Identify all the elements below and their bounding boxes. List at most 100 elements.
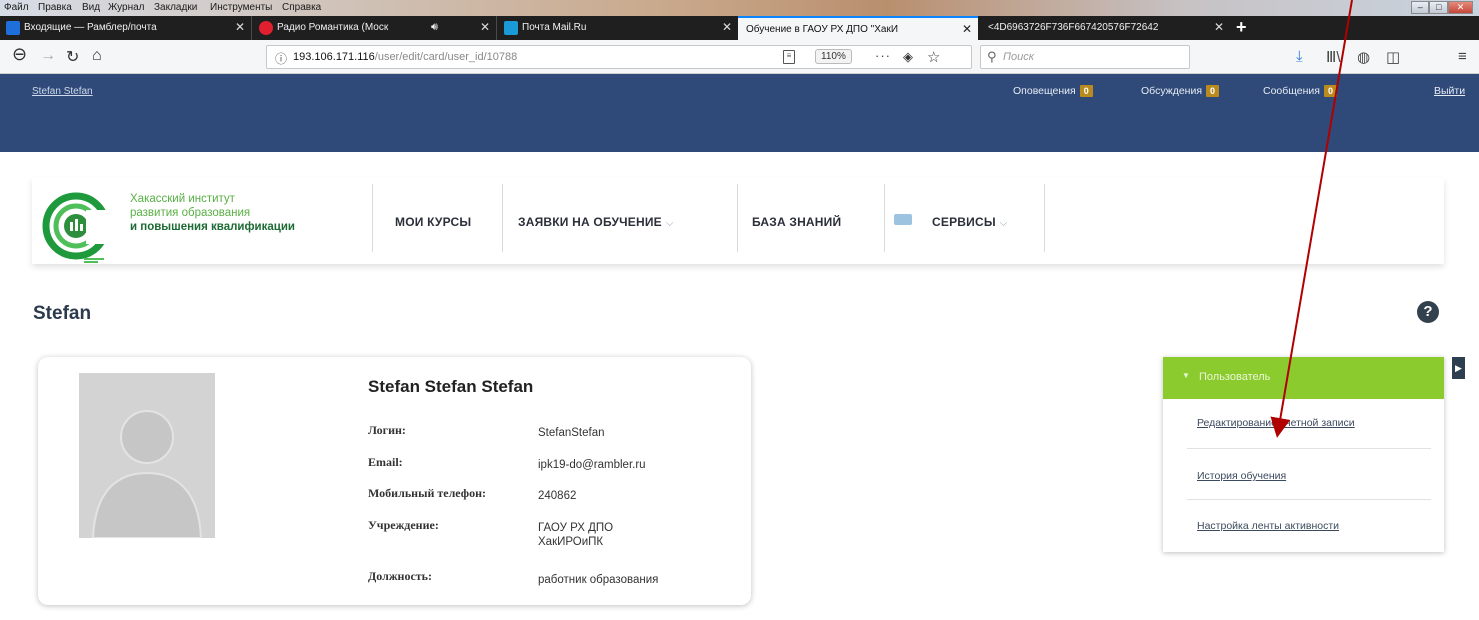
- close-icon[interactable]: ✕: [235, 20, 245, 34]
- logo-text-line3: и повышения квалификации: [130, 221, 295, 233]
- chevron-down-icon: ⌵: [665, 218, 674, 229]
- window-menubar: Файл Правка Вид Журнал Закладки Инструме…: [0, 0, 1479, 16]
- radio-icon: [259, 21, 273, 35]
- url-path: /user/edit/card/user_id/10788: [374, 51, 518, 63]
- edit-account-link[interactable]: Редактирование учетной записи: [1197, 417, 1355, 429]
- help-icon[interactable]: ?: [1417, 301, 1439, 323]
- chevron-down-icon: ⌵: [999, 218, 1008, 229]
- tab-training-active[interactable]: Обучение в ГАОУ РХ ДПО "ХакИ ✕: [738, 16, 978, 40]
- search-placeholder: Поиск: [1003, 51, 1034, 63]
- nav-divider: [737, 184, 738, 252]
- close-icon[interactable]: ✕: [480, 20, 490, 34]
- info-icon[interactable]: ⓘ: [275, 50, 287, 67]
- close-icon[interactable]: ✕: [962, 22, 972, 36]
- organization-line1: ГАОУ РХ ДПО: [538, 522, 614, 534]
- sidebar-icon[interactable]: ◫: [1386, 48, 1400, 66]
- nav-services-label: СЕРВИСЫ: [932, 215, 996, 229]
- menu-help[interactable]: Справка: [282, 2, 321, 13]
- maximize-icon[interactable]: □: [1429, 1, 1448, 14]
- discussions-link[interactable]: Обсуждения 0: [1141, 85, 1220, 97]
- sidebar-toggle-icon[interactable]: ▶: [1452, 357, 1465, 379]
- new-tab-icon[interactable]: +: [1236, 17, 1247, 38]
- nav-divider: [372, 184, 373, 252]
- nav-my-courses[interactable]: МОИ КУРСЫ: [395, 215, 471, 229]
- tab-rambler-mail[interactable]: Входящие — Рамблер/почта ✕: [0, 16, 252, 40]
- login-label: Логин:: [368, 423, 406, 437]
- organization-label: Учреждение:: [368, 518, 439, 532]
- tab-title: Обучение в ГАОУ РХ ДПО "ХакИ: [746, 24, 899, 35]
- tab-word-doc[interactable]: <4D6963726F736F667420576F72642 ✕: [980, 16, 1230, 40]
- messages-link[interactable]: Сообщения 0: [1263, 85, 1338, 97]
- avatar: [79, 373, 215, 538]
- mail-icon: [6, 21, 20, 35]
- search-icon: ⚲: [987, 49, 997, 64]
- sidebar-header[interactable]: ▼ Пользователь: [1163, 357, 1444, 399]
- reader-view-icon[interactable]: ≡: [783, 50, 795, 64]
- address-bar[interactable]: ⓘ 193.106.171.116/user/edit/card/user_id…: [266, 45, 972, 69]
- nav-knowledge-base[interactable]: БАЗА ЗНАНИЙ: [752, 215, 841, 229]
- speaker-icon[interactable]: 🔊︎: [431, 21, 438, 34]
- close-window-icon[interactable]: ✕: [1447, 1, 1473, 14]
- menu-tools[interactable]: Инструменты: [210, 2, 272, 13]
- logout-link[interactable]: Выйти: [1434, 85, 1465, 97]
- url-text: 193.106.171.116/user/edit/card/user_id/1…: [293, 51, 517, 63]
- menu-history[interactable]: Журнал: [108, 2, 145, 13]
- addon-icon[interactable]: ◍: [1357, 48, 1370, 66]
- activity-feed-settings-link[interactable]: Настройка ленты активности: [1197, 520, 1339, 532]
- divider: [1187, 499, 1431, 500]
- nav-divider: [502, 184, 503, 252]
- menu-view[interactable]: Вид: [82, 2, 100, 13]
- nav-services[interactable]: СЕРВИСЫ ⌵: [932, 215, 1008, 229]
- notifications-count-badge: 0: [1079, 85, 1093, 97]
- search-input[interactable]: ⚲ Поиск: [980, 45, 1190, 69]
- site-top-bar: Stefan Stefan Оповещения 0 Обсуждения 0 Со…: [0, 74, 1479, 152]
- sidebar-header-label: Пользователь: [1199, 371, 1271, 383]
- download-icon[interactable]: ⤓: [1296, 48, 1303, 65]
- notifications-label: Оповещения: [1013, 85, 1076, 97]
- phone-value: 240862: [538, 490, 577, 502]
- collapse-triangle-icon: ▼: [1182, 371, 1190, 380]
- tab-title: <4D6963726F736F667420576F72642: [988, 22, 1159, 33]
- menu-bookmarks[interactable]: Закладки: [154, 2, 197, 13]
- reload-icon[interactable]: ↻: [66, 47, 79, 67]
- nav-applications-label: ЗАЯВКИ НА ОБУЧЕНИЕ: [518, 215, 662, 229]
- hamburger-menu-icon[interactable]: ≡: [1458, 48, 1467, 65]
- notifications-link[interactable]: Оповещения 0: [1013, 85, 1093, 97]
- mailru-icon: [504, 21, 518, 35]
- tab-radio[interactable]: Радио Романтика (Моск 🔊︎ ✕: [253, 16, 497, 40]
- nav-divider: [1044, 184, 1045, 252]
- pocket-icon[interactable]: ◈: [903, 49, 913, 65]
- minimize-icon[interactable]: –: [1411, 1, 1430, 14]
- home-icon[interactable]: ⌂: [92, 47, 102, 65]
- nav-applications[interactable]: ЗАЯВКИ НА ОБУЧЕНИЕ ⌵: [518, 215, 674, 229]
- window-controls: – □ ✕: [1411, 1, 1473, 14]
- close-icon[interactable]: ✕: [722, 20, 732, 34]
- user-full-name: Stefan Stefan Stefan: [368, 377, 534, 396]
- phone-label: Мобильный телефон:: [368, 486, 486, 500]
- back-icon[interactable]: ⊖: [12, 44, 27, 65]
- site-header: Хакасский институт развития образования …: [32, 178, 1444, 264]
- menu-edit[interactable]: Правка: [38, 2, 72, 13]
- discussions-count-badge: 0: [1206, 85, 1220, 97]
- tab-title: Входящие — Рамблер/почта: [24, 22, 157, 33]
- tab-strip: Входящие — Рамблер/почта ✕ Радио Романти…: [0, 16, 1479, 40]
- email-value: ipk19-do@rambler.ru: [538, 459, 646, 471]
- position-label: Должность:: [368, 569, 433, 583]
- close-icon[interactable]: ✕: [1214, 20, 1224, 34]
- username-link[interactable]: Stefan Stefan: [32, 86, 93, 97]
- zoom-level[interactable]: 110%: [815, 49, 852, 64]
- institute-logo-icon[interactable]: [42, 188, 122, 264]
- forward-icon[interactable]: →: [40, 47, 56, 65]
- messages-count-badge: 0: [1324, 85, 1338, 97]
- tab-mailru[interactable]: Почта Mail.Ru ✕: [498, 16, 738, 40]
- menu-file[interactable]: Файл: [4, 2, 29, 13]
- nav-divider: [884, 184, 885, 252]
- page-title: Stefan: [33, 303, 92, 324]
- training-history-link[interactable]: История обучения: [1197, 470, 1286, 482]
- page-actions-icon[interactable]: ···: [875, 48, 891, 63]
- divider: [1187, 448, 1431, 449]
- tab-title: Радио Романтика (Моск: [277, 22, 389, 33]
- library-icon[interactable]: Ⅲ\: [1326, 48, 1341, 66]
- organization-value: ГАОУ РХ ДПО ХакИРОиПК: [538, 521, 738, 549]
- bookmark-star-icon[interactable]: ☆: [927, 48, 940, 66]
